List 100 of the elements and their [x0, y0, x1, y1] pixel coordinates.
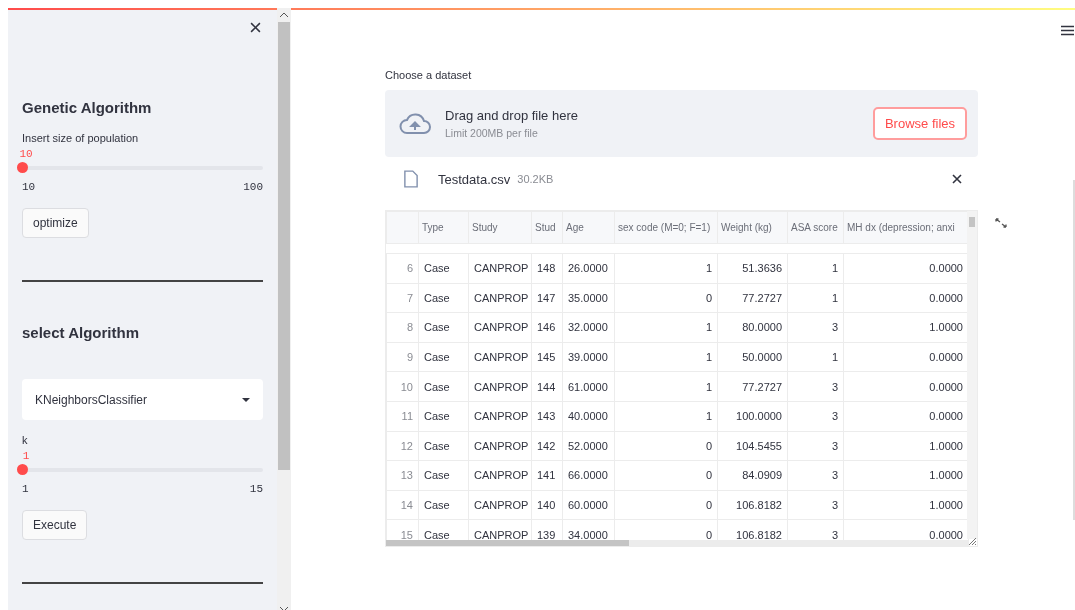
- slider-thumb[interactable]: [17, 464, 28, 475]
- column-header[interactable]: Age: [562, 211, 615, 244]
- resize-grip-icon[interactable]: [967, 536, 977, 546]
- table-cell: 3: [787, 312, 844, 343]
- browse-files-button[interactable]: Browse files: [872, 107, 967, 140]
- row-index: 7: [386, 283, 419, 313]
- table-cell: 141: [531, 460, 563, 491]
- slider-thumb[interactable]: [17, 162, 28, 173]
- slider-value: 10: [19, 148, 33, 160]
- table-cell: 50.0000: [717, 342, 788, 372]
- table-cell: 1: [614, 312, 718, 343]
- slider-max: 100: [243, 181, 263, 193]
- row-index: 11: [386, 401, 419, 432]
- table-cell: 104.5455: [717, 431, 788, 461]
- table-cell: CANPROP: [468, 431, 532, 461]
- section-heading: select Algorithm: [22, 324, 140, 341]
- action-button[interactable]: Execute: [22, 510, 88, 540]
- slider-label: k: [22, 434, 29, 446]
- row-index: 8: [386, 312, 419, 343]
- table-cell: 148: [531, 253, 563, 284]
- table-cell: 3: [787, 431, 844, 461]
- table-cell: 77.2727: [717, 371, 788, 402]
- table-cell: Case: [418, 371, 469, 402]
- table-cell: 142: [531, 431, 563, 461]
- table-cell: CANPROP: [468, 283, 532, 313]
- column-header[interactable]: Stud: [531, 211, 563, 244]
- table-cell: 84.0909: [717, 460, 788, 491]
- cloud-upload-icon: [399, 112, 431, 135]
- field-label: Choose a dataset: [385, 69, 473, 81]
- table-cell: 1: [614, 401, 718, 432]
- table-cell: 52.0000: [562, 431, 615, 461]
- column-header[interactable]: Study: [468, 211, 532, 244]
- file-size: 30.2KB: [517, 173, 555, 185]
- column-header[interactable]: Weight (kg): [717, 211, 788, 244]
- column-header[interactable]: ASA score: [787, 211, 844, 244]
- scroll-up-icon[interactable]: [280, 12, 288, 18]
- column-header[interactable]: sex code (M=0; F=1): [614, 211, 718, 244]
- caret-icon: [242, 397, 250, 402]
- table-cell: Case: [418, 490, 469, 520]
- table-cell: Case: [418, 460, 469, 491]
- table-cell: 39.0000: [562, 342, 615, 372]
- menu-icon[interactable]: [1061, 25, 1074, 36]
- table-cell: 35.0000: [562, 283, 615, 313]
- table-cell: Case: [418, 342, 469, 372]
- table-cell: 0: [614, 283, 718, 313]
- table-cell: 3: [787, 401, 844, 432]
- table-cell: 77.2727: [717, 283, 788, 313]
- table-cell: 0: [614, 431, 718, 461]
- table-cell: CANPROP: [468, 371, 532, 402]
- table-cell: CANPROP: [468, 253, 532, 284]
- table-cell: CANPROP: [468, 460, 532, 491]
- slider-value: 1: [22, 450, 30, 462]
- row-index: 12: [386, 431, 419, 461]
- table-cell: 0: [614, 460, 718, 491]
- table-cell: 66.0000: [562, 460, 615, 491]
- file-name: Testdata.csv: [438, 171, 511, 187]
- table-cell: 51.3636: [717, 253, 788, 284]
- table-cell: 3: [787, 371, 844, 402]
- table-cell: 61.0000: [562, 371, 615, 402]
- table-cell: 32.0000: [562, 312, 615, 343]
- table-cell: 0: [614, 490, 718, 520]
- table-cell: 1: [614, 253, 718, 284]
- table-cell: 140: [531, 490, 563, 520]
- close-icon[interactable]: [250, 22, 261, 33]
- table-cell: CANPROP: [468, 490, 532, 520]
- table-cell: 60.0000: [562, 490, 615, 520]
- section-heading: Genetic Algorithm: [22, 99, 153, 116]
- table-cell: 1: [787, 342, 844, 372]
- table-cell: 100.0000: [717, 401, 788, 432]
- slider-label: Insert size of population: [22, 132, 140, 144]
- table-cell: 3: [787, 490, 844, 520]
- table-cell: 106.8182: [717, 490, 788, 520]
- row-index: 14: [386, 490, 419, 520]
- table-cell: 1: [787, 253, 844, 284]
- file-icon: [404, 170, 418, 188]
- table-cell: 144: [531, 371, 563, 402]
- fullscreen-icon[interactable]: [995, 218, 1007, 228]
- algorithm-dropdown[interactable]: KNeighborsClassifier: [22, 379, 263, 420]
- table-cell: 1: [614, 342, 718, 372]
- table-cell: 3: [787, 460, 844, 491]
- table-cell: Case: [418, 312, 469, 343]
- row-index: 13: [386, 460, 419, 491]
- table-cell: CANPROP: [468, 401, 532, 432]
- table-cell: Case: [418, 401, 469, 432]
- remove-file-icon[interactable]: [952, 174, 962, 184]
- upload-instruction: Drag and drop file here: [445, 108, 579, 123]
- slider-max: 15: [249, 483, 263, 495]
- table-cell: 40.0000: [562, 401, 615, 432]
- action-button[interactable]: optimize: [22, 208, 89, 238]
- table-cell: 1: [787, 283, 844, 313]
- table-cell: Case: [418, 253, 469, 284]
- table-cell: Case: [418, 431, 469, 461]
- table-cell: 26.0000: [562, 253, 615, 284]
- column-header[interactable]: Type: [418, 211, 469, 244]
- table-cell: 80.0000: [717, 312, 788, 343]
- table-cell: 147: [531, 283, 563, 313]
- table-cell: CANPROP: [468, 312, 532, 343]
- row-index: 9: [386, 342, 419, 372]
- slider-min: 1: [22, 483, 29, 495]
- column-header[interactable]: MH dx (depression; anxi: [843, 211, 969, 244]
